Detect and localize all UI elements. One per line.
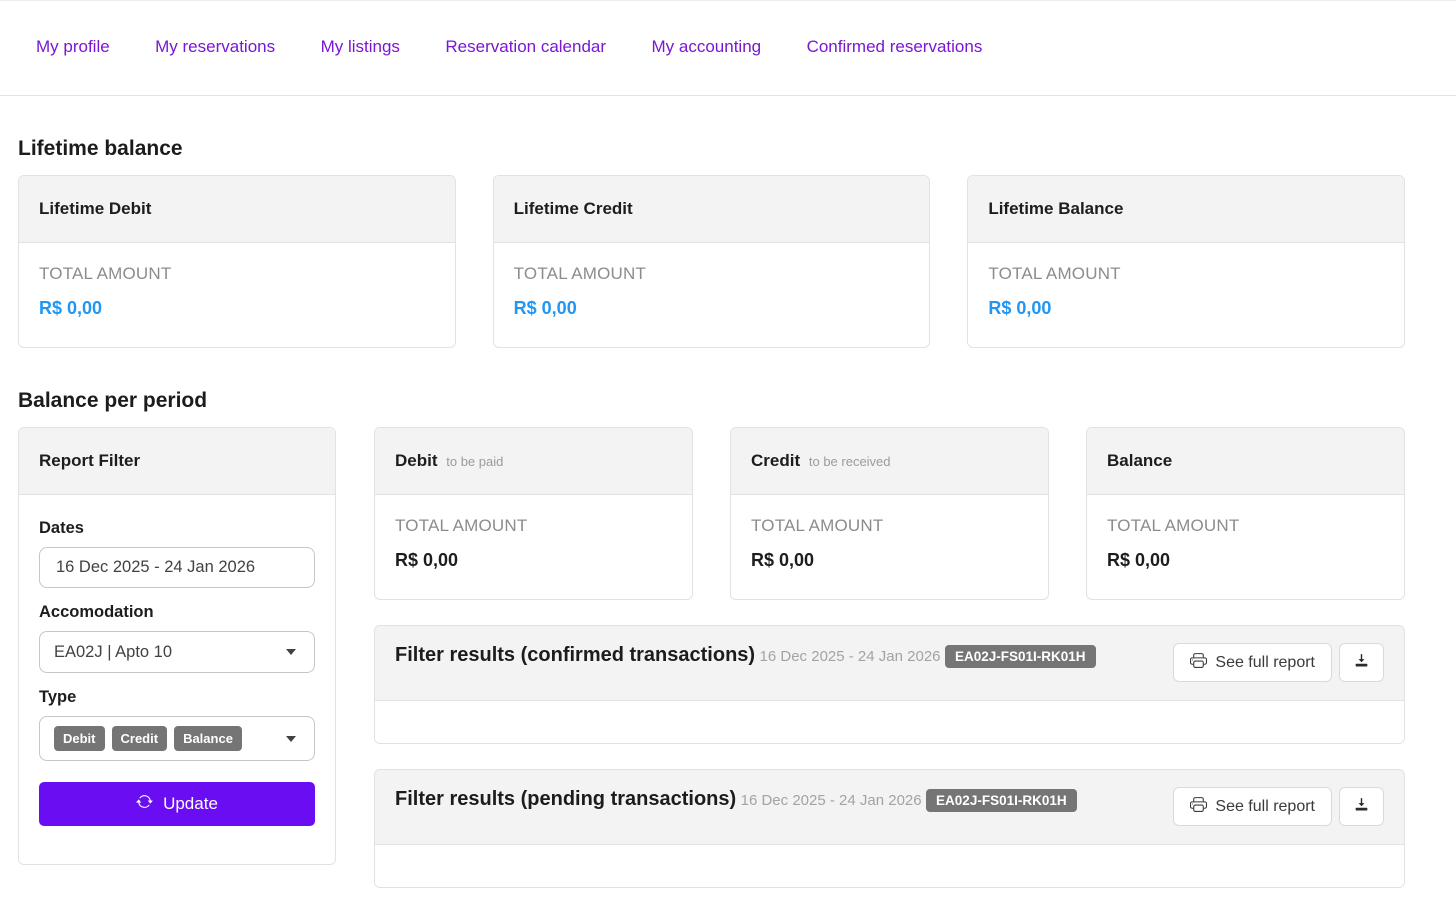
pending-results-title: Filter results (pending transactions)	[395, 788, 737, 810]
confirmed-results-date-range: 16 Dec 2025 - 24 Jan 2026	[759, 648, 941, 665]
debit-card-title: Debit	[395, 451, 438, 470]
total-amount-label: TOTAL AMOUNT	[751, 516, 884, 535]
type-tag-credit: Credit	[111, 726, 168, 751]
pending-see-full-report-button[interactable]: See full report	[1173, 787, 1332, 826]
balance-per-period-row: Report Filter Dates Accomodation EA02J |…	[18, 427, 1405, 888]
update-button-label: Update	[163, 794, 218, 813]
period-cards-row: Debit to be paid TOTAL AMOUNT R$ 0,00 Cr…	[374, 427, 1405, 600]
pending-results-empty-row	[375, 844, 1404, 887]
debit-card-subtitle: to be paid	[446, 454, 504, 469]
nav-tab-my-profile[interactable]: My profile	[36, 37, 110, 56]
balance-period-card: Balance TOTAL AMOUNT R$ 0,00	[1086, 427, 1405, 600]
credit-period-amount: R$ 0,00	[751, 550, 815, 570]
period-right-column: Debit to be paid TOTAL AMOUNT R$ 0,00 Cr…	[374, 427, 1405, 888]
accommodation-select[interactable]: EA02J | Apto 10	[39, 631, 315, 673]
nav-tab-my-reservations[interactable]: My reservations	[155, 37, 275, 56]
nav-tab-my-accounting[interactable]: My accounting	[652, 37, 762, 56]
pending-transactions-section: Filter results (pending transactions) 16…	[374, 769, 1405, 888]
type-label: Type	[39, 688, 77, 706]
report-filter-title: Report Filter	[19, 428, 335, 495]
refresh-icon	[136, 793, 153, 815]
total-amount-label: TOTAL AMOUNT	[1107, 516, 1240, 535]
lifetime-credit-card-title: Lifetime Credit	[493, 176, 930, 243]
confirmed-accommodation-code-badge: EA02J-FS01I-RK01H	[944, 645, 1096, 668]
lifetime-balance-amount: R$ 0,00	[988, 298, 1052, 318]
pending-accommodation-code-badge: EA02J-FS01I-RK01H	[926, 789, 1077, 812]
update-button[interactable]: Update	[39, 782, 315, 826]
printer-icon	[1190, 796, 1208, 818]
type-tag-balance: Balance	[174, 726, 242, 751]
type-select[interactable]: Debit Credit Balance	[39, 716, 315, 761]
total-amount-label: TOTAL AMOUNT	[39, 264, 172, 283]
main-content: Lifetime balance Lifetime Debit TOTAL AM…	[0, 137, 1456, 918]
confirmed-results-empty-row	[375, 700, 1404, 743]
lifetime-balance-heading: Lifetime balance	[18, 137, 183, 160]
top-navigation: My profile My reservations My listings R…	[0, 0, 1456, 96]
confirmed-results-title: Filter results (confirmed transactions)	[395, 644, 756, 666]
chevron-down-icon	[286, 735, 296, 742]
lifetime-credit-amount: R$ 0,00	[513, 298, 577, 318]
total-amount-label: TOTAL AMOUNT	[988, 264, 1121, 283]
total-amount-label: TOTAL AMOUNT	[395, 516, 528, 535]
type-tag-debit: Debit	[54, 726, 105, 751]
confirmed-download-report-button[interactable]	[1339, 643, 1384, 682]
balance-per-period-heading: Balance per period	[18, 389, 208, 412]
chevron-down-icon	[286, 649, 296, 655]
see-full-report-label: See full report	[1215, 653, 1315, 671]
download-icon	[1353, 652, 1370, 674]
credit-period-card: Credit to be received TOTAL AMOUNT R$ 0,…	[730, 427, 1049, 600]
credit-card-title: Credit	[751, 451, 801, 470]
confirmed-transactions-section: Filter results (confirmed transactions) …	[374, 625, 1405, 744]
balance-card-title: Balance	[1107, 451, 1173, 470]
pending-download-report-button[interactable]	[1339, 787, 1384, 826]
lifetime-balance-card: Lifetime Balance TOTAL AMOUNT R$ 0,00	[967, 175, 1405, 348]
dates-label: Dates	[39, 519, 84, 537]
debit-period-amount: R$ 0,00	[395, 550, 459, 570]
lifetime-debit-amount: R$ 0,00	[39, 298, 103, 318]
dates-input[interactable]	[39, 547, 315, 588]
printer-icon	[1190, 652, 1208, 674]
pending-results-date-range: 16 Dec 2025 - 24 Jan 2026	[740, 792, 922, 809]
lifetime-cards-row: Lifetime Debit TOTAL AMOUNT R$ 0,00 Life…	[18, 175, 1405, 348]
accommodation-selected-value: EA02J | Apto 10	[54, 642, 173, 661]
credit-card-subtitle: to be received	[808, 454, 891, 469]
debit-period-card: Debit to be paid TOTAL AMOUNT R$ 0,00	[374, 427, 693, 600]
lifetime-debit-card-title: Lifetime Debit	[19, 176, 455, 243]
total-amount-label: TOTAL AMOUNT	[513, 264, 647, 283]
balance-period-amount: R$ 0,00	[1107, 550, 1171, 570]
lifetime-credit-card: Lifetime Credit TOTAL AMOUNT R$ 0,00	[492, 175, 931, 348]
nav-tab-confirmed-reservations[interactable]: Confirmed reservations	[807, 37, 983, 56]
lifetime-balance-card-title: Lifetime Balance	[968, 176, 1404, 243]
nav-tab-my-listings[interactable]: My listings	[321, 37, 400, 56]
download-icon	[1353, 796, 1370, 818]
nav-tab-reservation-calendar[interactable]: Reservation calendar	[445, 37, 606, 56]
accommodation-label: Accomodation	[39, 603, 154, 621]
confirmed-see-full-report-button[interactable]: See full report	[1173, 643, 1332, 682]
report-filter-card: Report Filter Dates Accomodation EA02J |…	[18, 427, 336, 865]
lifetime-debit-card: Lifetime Debit TOTAL AMOUNT R$ 0,00	[18, 175, 456, 348]
see-full-report-label: See full report	[1215, 797, 1315, 815]
